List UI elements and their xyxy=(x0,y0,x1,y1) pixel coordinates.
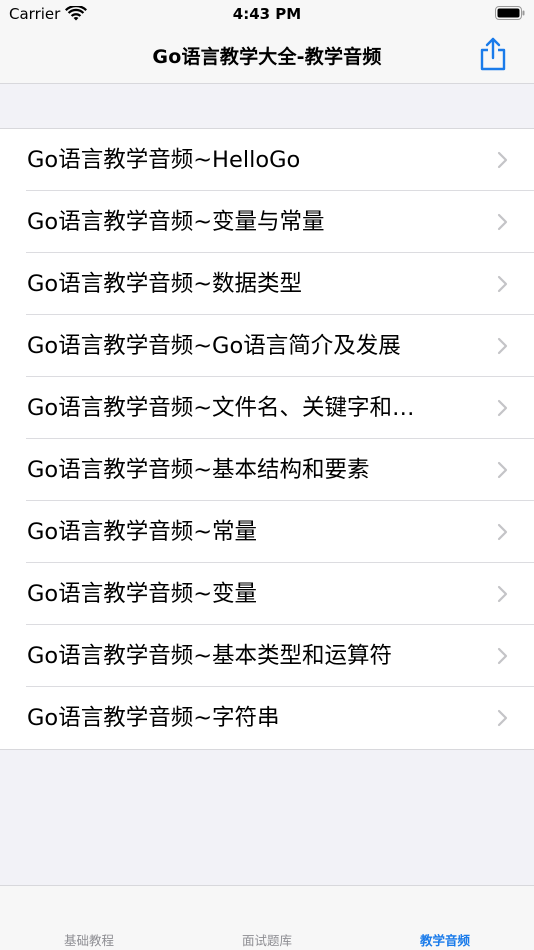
list-item[interactable]: Go语言教学音频~HelloGo xyxy=(0,129,534,191)
tab-interview-questions[interactable]: 面试题库 xyxy=(178,930,356,949)
list-item-label: Go语言教学音频~文件名、关键字和… xyxy=(27,395,415,421)
list-item[interactable]: Go语言教学音频~基本类型和运算符 xyxy=(0,625,534,687)
list-item-label: Go语言教学音频~Go语言简介及发展 xyxy=(27,333,401,359)
list-item-label: Go语言教学音频~基本结构和要素 xyxy=(27,457,370,483)
audio-list: Go语言教学音频~HelloGo Go语言教学音频~变量与常量 Go语言教学音频… xyxy=(0,128,534,750)
list-item-label: Go语言教学音频~HelloGo xyxy=(27,147,301,173)
list-item[interactable]: Go语言教学音频~变量 xyxy=(0,563,534,625)
status-time: 4:43 PM xyxy=(232,5,302,23)
list-item-label: Go语言教学音频~变量 xyxy=(27,581,258,607)
list-item[interactable]: Go语言教学音频~常量 xyxy=(0,501,534,563)
chevron-right-icon xyxy=(497,399,508,417)
battery-icon xyxy=(495,6,525,20)
tab-basic-tutorial[interactable]: 基础教程 xyxy=(0,930,178,949)
list-item-label: Go语言教学音频~基本类型和运算符 xyxy=(27,643,393,669)
chevron-right-icon xyxy=(497,461,508,479)
list-item-label: Go语言教学音频~数据类型 xyxy=(27,271,303,297)
navigation-bar: Go语言教学大全-教学音频 xyxy=(0,28,534,83)
list-item-label: Go语言教学音频~常量 xyxy=(27,519,258,545)
chevron-right-icon xyxy=(497,275,508,293)
chevron-right-icon xyxy=(497,647,508,665)
chevron-right-icon xyxy=(497,337,508,355)
list-item[interactable]: Go语言教学音频~文件名、关键字和… xyxy=(0,377,534,439)
chevron-right-icon xyxy=(497,213,508,231)
list-item[interactable]: Go语言教学音频~基本结构和要素 xyxy=(0,439,534,501)
list-item[interactable]: Go语言教学音频~变量与常量 xyxy=(0,191,534,253)
page-title: Go语言教学大全-教学音频 xyxy=(152,46,382,68)
chevron-right-icon xyxy=(497,151,508,169)
status-bar: Carrier 4:43 PM xyxy=(0,0,534,28)
share-icon[interactable] xyxy=(478,36,508,72)
chevron-right-icon xyxy=(497,523,508,541)
tab-teaching-audio[interactable]: 教学音频 xyxy=(356,930,534,949)
list-item-label: Go语言教学音频~字符串 xyxy=(27,705,280,731)
list-item[interactable]: Go语言教学音频~字符串 xyxy=(0,687,534,749)
list-item-label: Go语言教学音频~变量与常量 xyxy=(27,209,325,235)
tab-bar: 基础教程 面试题库 教学音频 xyxy=(0,885,534,950)
list-item[interactable]: Go语言教学音频~Go语言简介及发展 xyxy=(0,315,534,377)
chevron-right-icon xyxy=(497,709,508,727)
chevron-right-icon xyxy=(497,585,508,603)
list-item[interactable]: Go语言教学音频~数据类型 xyxy=(0,253,534,315)
top-bar: Carrier 4:43 PM Go语言教学大全-教学音频 xyxy=(0,0,534,84)
